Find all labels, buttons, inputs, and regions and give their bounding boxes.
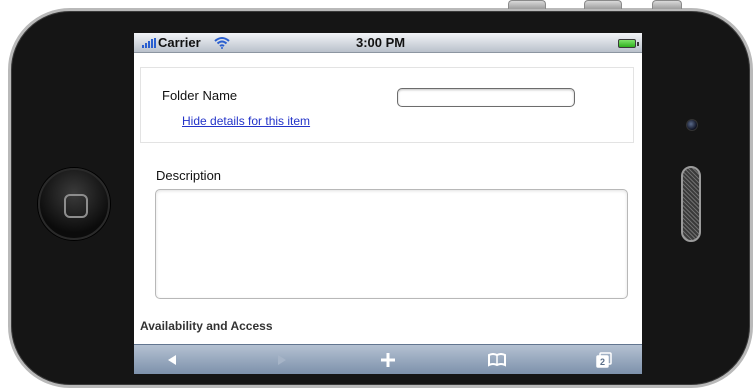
- mute-switch: [652, 0, 682, 9]
- speaker-grille: [681, 166, 701, 242]
- availability-access-heading: Availability and Access: [140, 319, 273, 333]
- back-arrow-icon: [168, 355, 176, 365]
- back-button[interactable]: [142, 345, 202, 374]
- carrier-label: Carrier: [158, 35, 201, 50]
- add-button[interactable]: [358, 345, 418, 374]
- tabs-count-label: 2: [600, 357, 605, 367]
- forward-arrow-icon: [278, 355, 286, 365]
- volume-down-button: [584, 0, 622, 9]
- safari-toolbar: 2: [134, 344, 642, 374]
- forward-button[interactable]: [252, 345, 312, 374]
- signal-strength-icon: [142, 38, 156, 48]
- battery-icon: [618, 39, 639, 48]
- bookmarks-book-icon: [488, 353, 506, 367]
- status-bar: Carrier 3:00 PM: [134, 33, 642, 53]
- tabs-pages-icon: 2: [596, 352, 612, 368]
- page-content: Folder Name Hide details for this item D…: [134, 53, 642, 343]
- phone-screen: Carrier 3:00 PM Folder Name Hide details…: [134, 33, 642, 374]
- status-time: 3:00 PM: [356, 35, 406, 50]
- folder-name-label: Folder Name: [162, 88, 238, 103]
- bookmarks-button[interactable]: [467, 345, 527, 374]
- description-label: Description: [156, 168, 222, 183]
- wifi-icon: [214, 37, 230, 49]
- home-button[interactable]: [38, 168, 110, 240]
- folder-name-section: Folder Name Hide details for this item: [140, 67, 634, 143]
- volume-up-button: [508, 0, 546, 9]
- folder-name-input[interactable]: [397, 88, 575, 107]
- home-square-icon: [64, 194, 88, 218]
- tabs-button[interactable]: 2: [574, 345, 634, 374]
- hide-details-link[interactable]: Hide details for this item: [182, 114, 310, 128]
- add-plus-icon: [381, 353, 395, 367]
- description-textarea[interactable]: [155, 189, 628, 299]
- camera-icon: [686, 119, 698, 131]
